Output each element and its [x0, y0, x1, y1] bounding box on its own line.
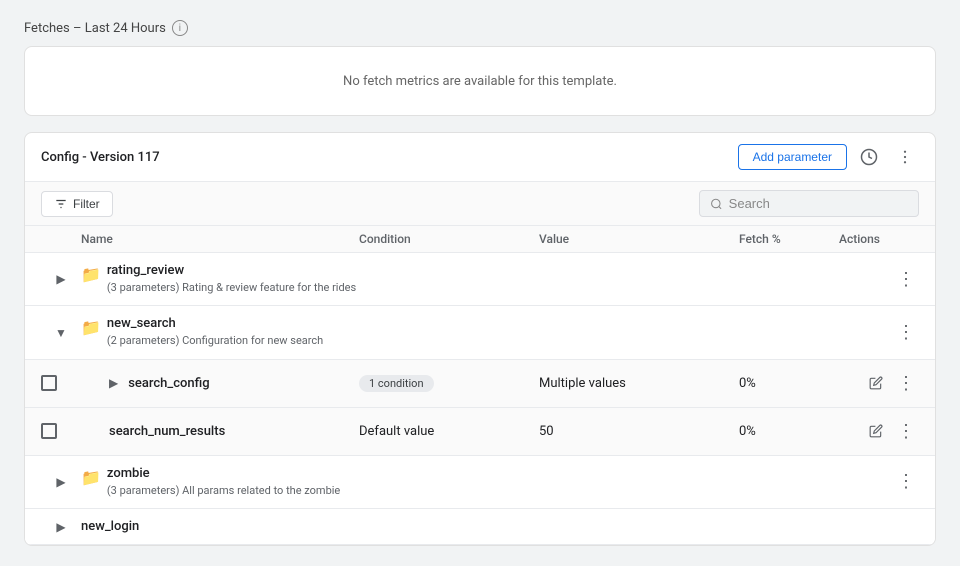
fetches-title: Fetches – Last 24 Hours — [24, 21, 166, 36]
row-sub-text: (3 parameters) Rating & review feature f… — [107, 280, 356, 295]
expand-right-icon: ▶ — [56, 272, 65, 286]
table-row: ▶ 📁 zombie (3 parameters) All params rel… — [25, 456, 935, 509]
fetch-metrics-box: No fetch metrics are available for this … — [24, 46, 936, 116]
row-expand-toggle[interactable]: ▶ — [41, 272, 81, 286]
row-more-button[interactable]: ⋮ — [893, 320, 919, 346]
row-fetch-pct: 0% — [739, 376, 839, 391]
row-sub-text: (3 parameters) All params related to the… — [107, 483, 340, 498]
row-name-content: zombie (3 parameters) All params related… — [107, 466, 340, 498]
row-value: 50 — [539, 424, 739, 439]
row-name-cell: 📁 zombie (3 parameters) All params relat… — [81, 456, 359, 508]
expand-right-icon: ▶ — [56, 520, 65, 534]
row-condition: Default value — [359, 424, 539, 439]
row-name-text: new_search — [107, 316, 323, 331]
expand-down-icon: ▼ — [55, 326, 67, 340]
history-icon-button[interactable] — [855, 143, 883, 171]
col-name: Name — [81, 232, 359, 246]
row-expand-toggle[interactable]: ▶ — [41, 520, 81, 534]
col-fetch-pct: Fetch % — [739, 232, 839, 246]
row-name-cell: 📁 new_search (2 parameters) Configuratio… — [81, 306, 359, 358]
toolbar: Filter — [25, 182, 935, 226]
fetches-section: Fetches – Last 24 Hours i No fetch metri… — [24, 20, 936, 116]
row-actions: ⋮ — [839, 266, 919, 292]
table-row: ▶ 📁 rating_review (3 parameters) Rating … — [25, 253, 935, 306]
row-name-content: new_search (2 parameters) Configuration … — [107, 316, 323, 348]
row-edit-button[interactable] — [863, 418, 889, 444]
fetch-metrics-text: No fetch metrics are available for this … — [343, 74, 617, 89]
row-name-text: search_num_results — [109, 424, 225, 439]
folder-icon: 📁 — [81, 468, 101, 487]
more-options-button[interactable] — [891, 143, 919, 171]
row-actions: ⋮ — [839, 320, 919, 346]
add-parameter-button[interactable]: Add parameter — [738, 144, 847, 170]
row-name-cell: new_login — [81, 509, 359, 544]
row-edit-button[interactable] — [863, 370, 889, 396]
col-value: Value — [539, 232, 739, 246]
row-expand-toggle[interactable]: ▼ — [41, 326, 81, 340]
row-checkbox-cell[interactable] — [41, 375, 81, 391]
table-header: Name Condition Value Fetch % Actions — [25, 226, 935, 253]
table-row: ▶ search_config 1 condition Multiple val… — [25, 360, 935, 408]
config-section: Config - Version 117 Add parameter — [24, 132, 936, 546]
row-more-button[interactable]: ⋮ — [893, 418, 919, 444]
search-box — [699, 190, 919, 217]
edit-icon — [869, 376, 883, 390]
folder-icon: 📁 — [81, 318, 101, 337]
filter-icon — [54, 197, 68, 211]
table-body: ▶ 📁 rating_review (3 parameters) Rating … — [25, 253, 935, 545]
row-actions: ⋮ — [839, 370, 919, 396]
col-actions: Actions — [839, 232, 919, 246]
page: Fetches – Last 24 Hours i No fetch metri… — [0, 0, 960, 566]
row-name-cell: 📁 rating_review (3 parameters) Rating & … — [81, 253, 359, 305]
row-name-text: search_config — [128, 376, 209, 391]
row-name-text: zombie — [107, 466, 340, 481]
search-icon — [710, 197, 723, 211]
row-checkbox[interactable] — [41, 423, 57, 439]
row-expand-toggle[interactable]: ▶ — [109, 376, 118, 390]
row-name-text: rating_review — [107, 263, 356, 278]
row-actions: ⋮ — [839, 418, 919, 444]
expand-right-icon: ▶ — [56, 475, 65, 489]
condition-badge: 1 condition — [359, 375, 434, 392]
row-name-cell: ▶ search_config — [81, 366, 359, 401]
row-condition: 1 condition — [359, 375, 539, 392]
info-icon[interactable]: i — [172, 20, 188, 36]
condition-default-text: Default value — [359, 424, 434, 439]
search-input[interactable] — [729, 196, 908, 211]
row-more-button[interactable]: ⋮ — [893, 266, 919, 292]
row-checkbox[interactable] — [41, 375, 57, 391]
config-actions: Add parameter — [738, 143, 919, 171]
config-title: Config - Version 117 — [41, 150, 160, 165]
row-fetch-pct: 0% — [739, 424, 839, 439]
filter-button[interactable]: Filter — [41, 191, 113, 217]
row-value: Multiple values — [539, 376, 739, 391]
row-more-button[interactable]: ⋮ — [893, 370, 919, 396]
col-condition: Condition — [359, 232, 539, 246]
edit-icon — [869, 424, 883, 438]
row-expand-toggle[interactable]: ▶ — [41, 475, 81, 489]
config-header: Config - Version 117 Add parameter — [25, 133, 935, 182]
filter-label: Filter — [73, 197, 100, 211]
row-checkbox-cell[interactable] — [41, 423, 81, 439]
expand-right-icon: ▶ — [109, 376, 118, 390]
row-actions: ⋮ — [839, 469, 919, 495]
table-row: search_num_results Default value 50 0% ⋮ — [25, 408, 935, 456]
row-more-button[interactable]: ⋮ — [893, 469, 919, 495]
row-name-cell: search_num_results — [81, 414, 359, 449]
row-sub-text: (2 parameters) Configuration for new sea… — [107, 333, 323, 348]
col-checkbox — [41, 232, 81, 246]
table-row: ▼ 📁 new_search (2 parameters) Configurat… — [25, 306, 935, 359]
row-name-text: new_login — [81, 519, 139, 534]
fetches-header: Fetches – Last 24 Hours i — [24, 20, 936, 36]
folder-icon: 📁 — [81, 265, 101, 284]
row-name-content: rating_review (3 parameters) Rating & re… — [107, 263, 356, 295]
